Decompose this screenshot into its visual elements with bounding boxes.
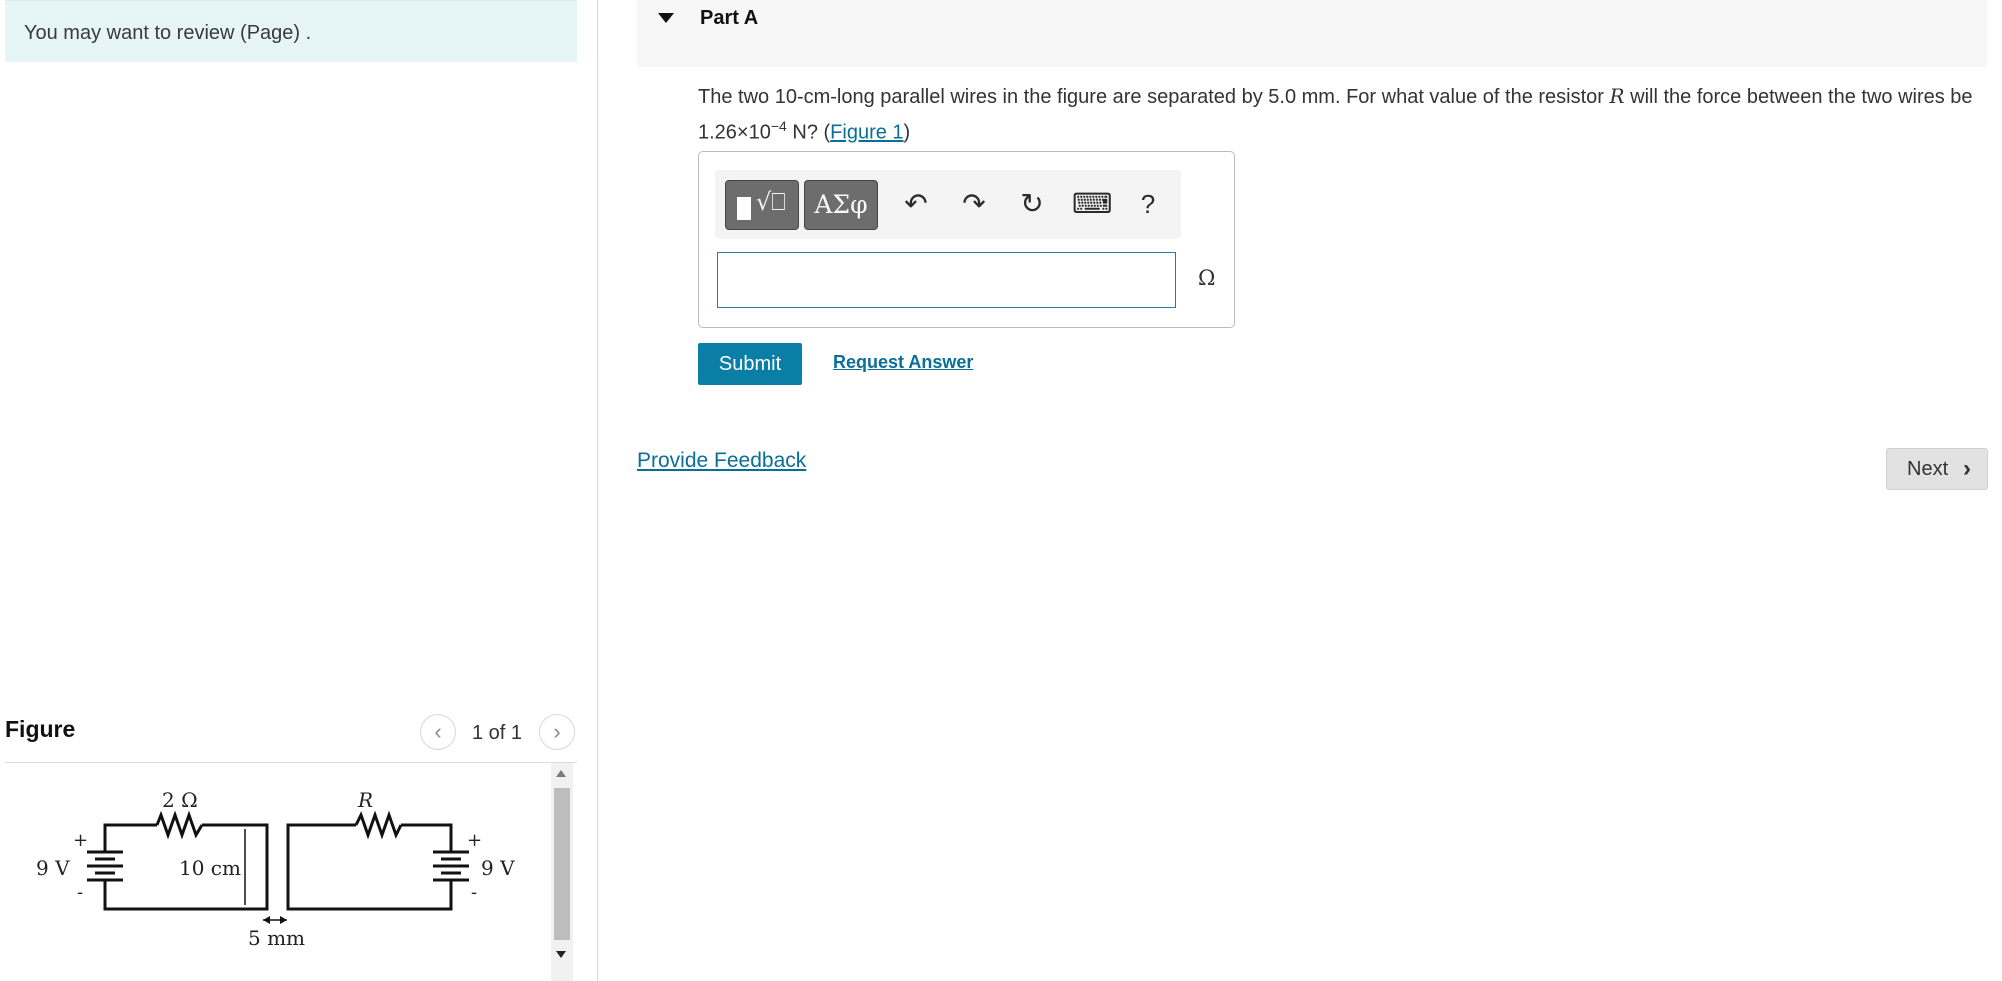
review-notice: You may want to review (Page) . (5, 0, 577, 62)
keyboard-icon[interactable]: ⌨ (1072, 186, 1112, 222)
next-button-label: Next (1907, 458, 1949, 480)
scroll-thumb[interactable] (554, 788, 570, 940)
left-panel: You may want to review (Page) . Figure ‹… (0, 0, 598, 981)
sqrt-template-icon: √⎕ (756, 188, 786, 216)
separation-label: 5 mm (248, 926, 305, 950)
question-text-4: ) (903, 121, 911, 144)
question-exponent: −4 (770, 118, 787, 134)
right-resistor-label: R (357, 788, 373, 812)
right-battery (433, 850, 469, 882)
left-battery-minus: - (77, 882, 83, 903)
figure-prev-button[interactable]: ‹ (420, 714, 456, 750)
submit-button[interactable]: Submit (698, 343, 802, 385)
left-battery-plus: + (73, 830, 88, 851)
chevron-right-icon: › (1963, 455, 1971, 482)
right-battery-plus: + (467, 830, 482, 851)
left-battery (87, 850, 123, 882)
review-notice-text: You may want to review (Page) . (24, 22, 312, 44)
right-panel: Part A The two 10-cm-long parallel wires… (600, 0, 2002, 981)
figure-page-count: 1 of 1 (472, 722, 523, 744)
redo-icon[interactable]: ↷ (956, 186, 992, 222)
math-toolbar: √⎕ ΑΣφ ↶ ↷ ↻ ⌨ ? (715, 170, 1181, 239)
question-variable: R (1609, 84, 1625, 108)
provide-feedback-link[interactable]: Provide Feedback (637, 449, 806, 473)
separation-arrow (263, 916, 287, 924)
answer-input[interactable] (717, 252, 1176, 308)
symbols-button[interactable]: ΑΣφ (804, 180, 878, 230)
undo-icon[interactable]: ↶ (898, 186, 934, 222)
scroll-down-arrow-icon[interactable] (556, 951, 566, 958)
left-battery-label: 9 V (36, 856, 70, 880)
figure-scrollbar[interactable] (551, 763, 573, 981)
question-text-3: N? ( (786, 121, 831, 144)
next-button[interactable]: Next › (1886, 448, 1988, 490)
templates-button[interactable]: √⎕ (725, 180, 799, 230)
right-battery-label: 9 V (481, 856, 515, 880)
templates-icon (737, 197, 751, 220)
right-top-wire (401, 823, 453, 852)
right-battery-minus: - (471, 882, 477, 903)
right-circuit-wire (286, 823, 453, 911)
scroll-up-arrow-icon[interactable] (556, 770, 566, 777)
figure-title: Figure (5, 716, 76, 742)
collapse-caret-icon[interactable] (658, 13, 674, 23)
right-resistor-zigzag (354, 810, 403, 840)
left-resistor-zigzag (155, 810, 204, 840)
question-text: The two 10-cm-long parallel wires in the… (698, 82, 1988, 148)
part-title: Part A (700, 7, 759, 29)
figure-link[interactable]: Figure 1 (830, 122, 903, 144)
figure-next-button[interactable]: › (539, 714, 575, 750)
reset-icon[interactable]: ↻ (1014, 186, 1050, 222)
answer-unit: Ω (1198, 266, 1216, 290)
answer-box: √⎕ ΑΣφ ↶ ↷ ↻ ⌨ ? Ω (698, 151, 1235, 328)
wire-length-label: 10 cm (179, 856, 241, 880)
figure-header: Figure ‹ 1 of 1 › (5, 712, 577, 762)
request-answer-link[interactable]: Request Answer (833, 352, 973, 373)
circuit-diagram: 2 Ω R 9 V 9 V 10 cm 5 mm + - + - (36, 788, 515, 950)
question-text-1: The two 10-cm-long parallel wires in the… (698, 86, 1610, 108)
figure-viewport: 2 Ω R 9 V 9 V 10 cm 5 mm + - + - (5, 763, 555, 981)
help-icon[interactable]: ? (1130, 186, 1166, 222)
part-header[interactable]: Part A (637, 0, 1987, 67)
left-top-wire (103, 823, 157, 852)
left-resistor-label: 2 Ω (162, 788, 198, 812)
